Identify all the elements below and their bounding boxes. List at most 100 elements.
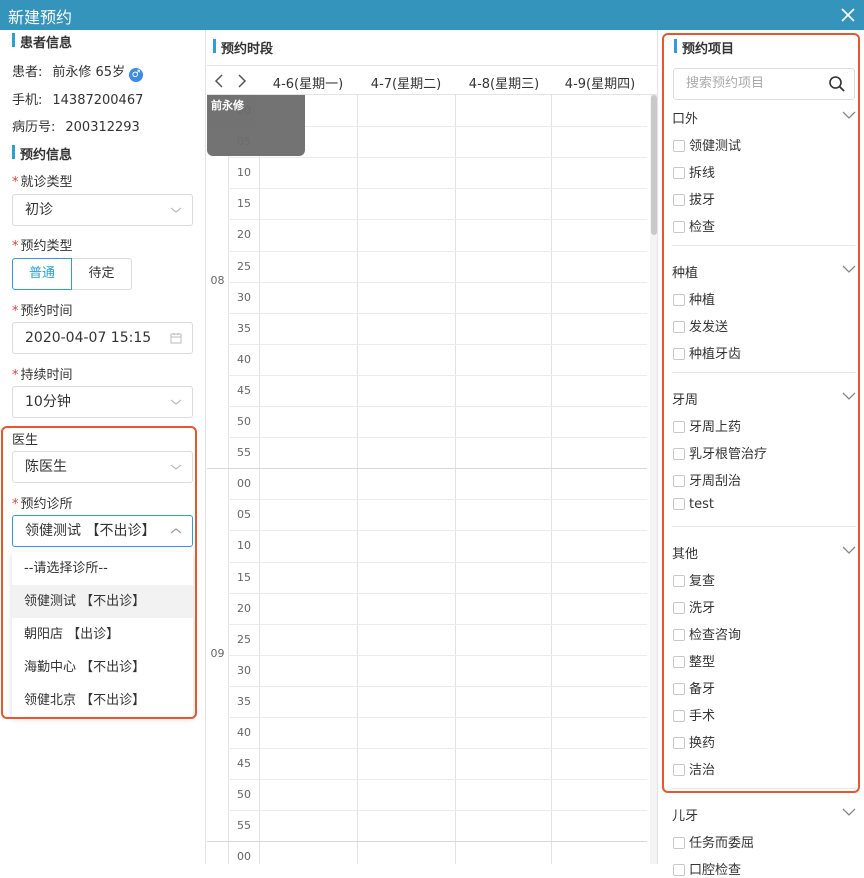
patient-name-value: 前永修 65岁 — [52, 65, 126, 80]
schedule-section-title: 预约时段 — [213, 38, 273, 57]
visit-type-value: 初诊 — [25, 202, 53, 218]
hour-label: 09 — [210, 646, 225, 660]
minute-label: 15 — [237, 197, 251, 211]
window-titlebar: 新建预约 — [0, 0, 864, 30]
minute-label: 50 — [237, 788, 251, 802]
patient-record-row: 病历号: 200312293 — [12, 116, 140, 135]
left-highlight-frame — [1, 426, 197, 719]
window-title: 新建预约 — [8, 8, 73, 27]
male-icon: ♂ — [129, 68, 144, 82]
appointment-block[interactable]: 前永修 — [207, 95, 305, 156]
patient-phone-value: 14387200467 — [52, 93, 144, 108]
appointment-patient-name: 前永修 — [211, 99, 244, 112]
minute-label: 10 — [237, 539, 251, 553]
patient-record-value: 200312293 — [65, 120, 140, 135]
appt-type-segmented: 普通 待定 — [12, 258, 132, 290]
required-mark: * — [12, 304, 19, 319]
item-group-name: 儿牙 — [672, 809, 699, 824]
slot-divider — [228, 374, 647, 376]
slot-divider — [228, 654, 647, 656]
appt-type-label: * 预约类型 — [12, 235, 73, 254]
required-mark: * — [12, 239, 19, 254]
day-header-3: 4-8(星期三) — [468, 77, 540, 92]
schedule-header: 4-6(星期一) 4-7(星期二) 4-8(星期三) 4-9(星期四) — [207, 65, 657, 95]
minute-label: 05 — [237, 508, 251, 522]
minute-label: 00 — [237, 477, 251, 491]
patient-name-label: 患者: — [12, 65, 43, 80]
minute-label: 35 — [237, 321, 251, 335]
patient-name-row: 患者: 前永修 65岁 ♂ — [12, 61, 144, 82]
schedule-panel: 预约时段 4-6(星期一) 4-7(星期二) 4-8(星期三) 4-9(星期四)… — [207, 30, 657, 864]
chevron-left-icon[interactable] — [211, 72, 227, 90]
appt-type-normal-button[interactable]: 普通 — [12, 258, 72, 290]
chevron-right-icon[interactable] — [234, 72, 250, 90]
hour-divider — [207, 468, 647, 470]
item-label: 口腔检查 — [689, 863, 742, 878]
slot-divider — [228, 188, 647, 190]
chevron-down-icon — [170, 399, 182, 405]
close-icon[interactable] — [838, 5, 858, 25]
left-panel: 患者信息 患者: 前永修 65岁 ♂ 手机: 14387200467 病历号: 2003… — [0, 30, 206, 864]
minute-label: 40 — [237, 726, 251, 739]
slot-divider — [228, 250, 647, 252]
slot-divider — [228, 281, 647, 283]
appt-time-label: * 预约时间 — [12, 300, 73, 319]
minute-label: 40 — [237, 352, 251, 366]
minute-label: 20 — [237, 228, 251, 242]
day-header-4: 4-9(星期四) — [564, 77, 636, 92]
slot-divider — [228, 685, 647, 687]
visit-type-label: * 就诊类型 — [12, 171, 73, 190]
slot-divider — [228, 406, 647, 407]
slot-divider — [228, 748, 647, 750]
item-checkbox[interactable] — [673, 864, 685, 876]
right-highlight-frame — [662, 33, 860, 793]
minute-label: 45 — [237, 383, 251, 397]
appt-type-pending-button[interactable]: 待定 — [72, 258, 132, 290]
calendar-icon — [170, 333, 182, 344]
minute-label: 10 — [237, 166, 251, 180]
item-checkbox[interactable] — [673, 837, 685, 849]
minute-label: 50 — [237, 415, 251, 428]
slot-divider — [228, 717, 647, 718]
duration-value: 10分钟 — [25, 394, 71, 410]
chevron-down-icon[interactable] — [842, 807, 856, 817]
hour-divider — [207, 841, 647, 843]
item-checkbox-row[interactable]: 任务而委屈 — [673, 832, 754, 851]
required-mark: * — [12, 175, 19, 190]
slot-divider — [228, 219, 647, 221]
day-header-2: 4-7(星期二) — [370, 77, 442, 92]
duration-select[interactable]: 10分钟 — [12, 386, 193, 418]
minute-label: 15 — [237, 570, 251, 584]
items-panel: 预约项目 搜索预约项目 口外 领健测试 拆线 拔牙 检查 种植 种植 发发送 种植牙齿 牙周 牙周上… — [657, 30, 864, 878]
minute-label: 35 — [237, 694, 251, 708]
visit-type-label-text: 就诊类型 — [20, 175, 73, 190]
slot-divider — [228, 157, 647, 159]
item-label: 任务而委屈 — [689, 836, 755, 851]
slot-divider — [228, 561, 647, 563]
schedule-grid[interactable]: 0800051015202530354045505509000510152025… — [207, 95, 647, 864]
visit-type-select[interactable]: 初诊 — [12, 194, 193, 226]
duration-label-text: 持续时间 — [20, 368, 73, 383]
slot-divider — [228, 779, 647, 781]
item-group-header[interactable]: 儿牙 — [672, 805, 856, 824]
minute-label: 20 — [237, 601, 251, 615]
minute-label: 30 — [237, 290, 251, 304]
slot-divider — [228, 343, 647, 345]
item-checkbox-row[interactable]: 口腔检查 — [673, 859, 741, 878]
slot-divider — [228, 530, 647, 532]
hour-label: 08 — [210, 273, 225, 287]
patient-phone-row: 手机: 14387200467 — [12, 89, 143, 108]
slot-divider — [228, 499, 647, 501]
day-header-1: 4-6(星期一) — [272, 77, 344, 92]
minute-label: 25 — [237, 632, 251, 646]
minute-label: 25 — [237, 259, 251, 273]
appt-time-label-text: 预约时间 — [20, 304, 73, 319]
slot-divider — [228, 623, 647, 625]
appt-time-input[interactable]: 2020-04-07 15:15 — [12, 322, 193, 354]
slot-divider — [228, 437, 647, 439]
chevron-down-icon — [170, 207, 182, 213]
minute-label: 30 — [237, 663, 251, 677]
patient-phone-label: 手机: — [12, 93, 43, 108]
appt-type-label-text: 预约类型 — [20, 239, 73, 254]
schedule-scrollbar[interactable] — [650, 95, 657, 864]
